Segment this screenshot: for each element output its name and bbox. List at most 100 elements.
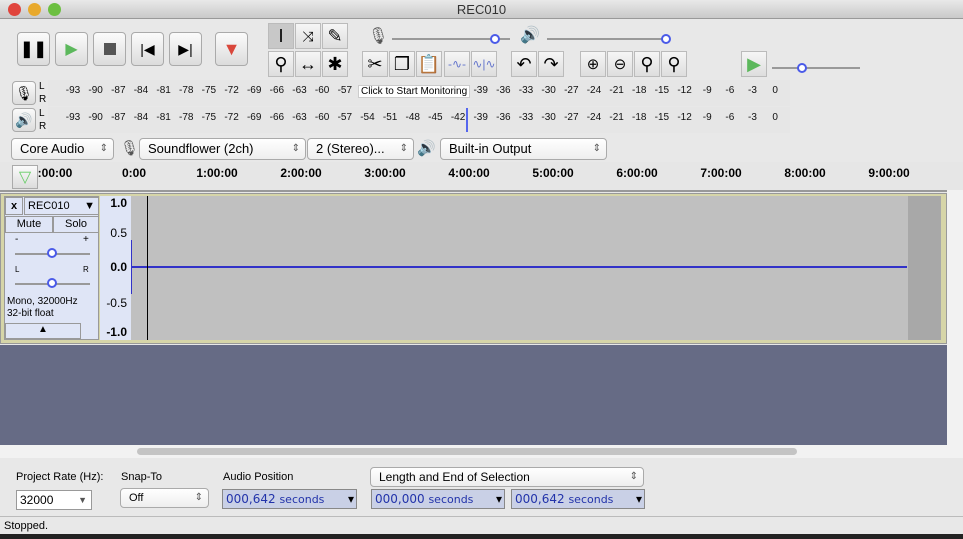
draw-tool[interactable]: ✎ [322, 23, 348, 49]
vertical-scale: 1.0 0.5 0.0 -0.5 -1.0 [100, 196, 131, 340]
zoom-window-button[interactable] [48, 3, 61, 16]
selection-end-field[interactable]: 000,642 seconds [511, 489, 645, 509]
collapse-track-button[interactable]: ▲ [5, 323, 81, 339]
meter-tick-label: -45 [428, 112, 443, 123]
project-rate-combo[interactable]: 32000 ▼ [16, 490, 92, 510]
zoom-out-button[interactable]: ⊖ [607, 51, 633, 77]
skip-to-start-button[interactable]: |◀ [131, 32, 164, 66]
waveform-start-spike [131, 240, 132, 294]
gain-thumb[interactable] [47, 248, 57, 258]
output-volume-thumb[interactable] [661, 34, 671, 44]
track-close-button[interactable]: x [5, 197, 23, 215]
track-empty-area [908, 196, 941, 340]
playback-meter[interactable]: -93 -90 -87 -84 -81 -78 -75 -72 -69 -66 -63 -60 -57-… [48, 107, 790, 133]
ruler-label: 6:00:00 [616, 166, 658, 180]
record-button[interactable]: ▼ [215, 32, 248, 66]
horizontal-scrollbar[interactable] [0, 445, 947, 458]
pan-l-label: L [15, 265, 20, 274]
empty-tracks-area[interactable] [0, 345, 947, 445]
undo-button[interactable]: ↶ [511, 51, 537, 77]
meter-tick-label: -39 [473, 85, 488, 96]
meter-tick-label: -15 [654, 85, 670, 96]
audio-host-select[interactable]: Core Audio [11, 138, 114, 160]
copy-button[interactable]: ❐ [389, 51, 415, 77]
track-menu-button[interactable]: REC010 ▼ [24, 197, 99, 215]
mute-button[interactable]: Mute [5, 216, 53, 233]
fit-project-button[interactable]: ⚲ [661, 51, 687, 77]
snap-to-select[interactable]: Off [120, 488, 209, 508]
record-meter-button[interactable]: 🎙 [12, 81, 36, 105]
meter-tick-label: -39 [473, 112, 488, 123]
ruler-label: 8:00:00 [784, 166, 826, 180]
meter-tick-label: -36 [496, 85, 511, 96]
scale-label: -1.0 [106, 325, 127, 339]
input-device-select[interactable]: Soundflower (2ch) [139, 138, 306, 160]
meter-tick-label: -33 [518, 85, 534, 96]
meter-tick-label: -69 [246, 112, 262, 123]
audio-position-value: 000,642 [226, 492, 276, 506]
ruler-label: 4:00:00 [448, 166, 490, 180]
minimize-window-button[interactable] [28, 3, 41, 16]
play-at-speed-button[interactable]: ▶ [741, 51, 767, 77]
timeline-ruler[interactable]: :00:00 0:00 1:00:00 2:00:00 3:00:00 4:00:00 5:… [0, 162, 963, 192]
play-cursor [147, 196, 148, 340]
status-bar: Stopped. [0, 516, 963, 534]
play-button[interactable]: ▶ [55, 32, 88, 66]
selection-start-field[interactable]: 000,000 seconds [371, 489, 505, 509]
selection-end-value: 000,642 [515, 492, 565, 506]
pause-button[interactable]: ❚❚ [17, 32, 50, 66]
timeshift-tool[interactable]: ↔ [295, 51, 321, 77]
envelope-tool[interactable]: ⤨ [295, 23, 321, 49]
meter-tick-label: -75 [201, 112, 217, 123]
input-volume-thumb[interactable] [490, 34, 500, 44]
skip-to-end-button[interactable]: ▶| [169, 32, 202, 66]
chevron-down-icon[interactable]: ▼ [78, 491, 87, 509]
stop-button[interactable] [93, 32, 126, 66]
title-bar: REC010 [0, 0, 963, 19]
meter-tick-label: -15 [654, 112, 670, 123]
playback-meter-button[interactable]: 🔊 [12, 108, 36, 132]
cut-button[interactable]: ✂ [362, 51, 388, 77]
audio-position-field[interactable]: 000,642 seconds [222, 489, 357, 509]
zoom-in-button[interactable]: ⊕ [580, 51, 606, 77]
vertical-scrollbar[interactable] [947, 190, 963, 458]
track-sample-format: 32-bit float [7, 308, 54, 319]
redo-button[interactable]: ↷ [538, 51, 564, 77]
output-volume-slider[interactable] [547, 38, 667, 40]
meter-tick-label: -75 [201, 85, 217, 96]
play-speed-slider[interactable] [772, 67, 860, 69]
meter-tick-label: -6 [725, 112, 735, 123]
solo-button[interactable]: Solo [53, 216, 99, 233]
meter-tick-label: -24 [586, 85, 602, 96]
selection-mode-select[interactable]: Length and End of Selection [370, 467, 644, 487]
meter-tick-label: -69 [246, 85, 262, 96]
monitoring-tooltip[interactable]: Click to Start Monitoring [358, 85, 471, 98]
multi-tool[interactable]: ✱ [322, 51, 348, 77]
fit-selection-button[interactable]: ⚲ [634, 51, 660, 77]
trim-button[interactable]: -∿- [444, 51, 470, 77]
meter-tick-label: -48 [405, 112, 420, 123]
output-device-select[interactable]: Built-in Output [440, 138, 607, 160]
channel-label-r: R [39, 94, 47, 105]
close-window-button[interactable] [8, 3, 21, 16]
audio-position-label: Audio Position [223, 471, 294, 483]
play-speed-thumb[interactable] [797, 63, 807, 73]
pan-thumb[interactable] [47, 278, 57, 288]
paste-button[interactable]: 📋 [416, 51, 442, 77]
channel-label-l: L [39, 108, 45, 119]
silence-button[interactable]: ∿|∿ [471, 51, 497, 77]
waveform-area[interactable] [131, 196, 908, 340]
scale-label: -0.5 [106, 296, 127, 310]
scale-label: 0.5 [110, 226, 127, 240]
meter-tick-label: -12 [677, 112, 692, 123]
meter-tick-label: -9 [702, 85, 712, 96]
meter-tick-label: -78 [179, 112, 194, 123]
selection-tool[interactable]: I [268, 23, 294, 49]
meter-tick-label: -30 [541, 112, 556, 123]
horizontal-scroll-thumb[interactable] [137, 448, 797, 455]
zoom-tool[interactable]: ⚲ [268, 51, 294, 77]
meter-tick-label: -36 [496, 112, 511, 123]
pin-play-head-button[interactable]: ▽ [12, 165, 38, 189]
scale-label: 0.0 [110, 260, 127, 274]
input-channels-select[interactable]: 2 (Stereo)... [307, 138, 414, 160]
